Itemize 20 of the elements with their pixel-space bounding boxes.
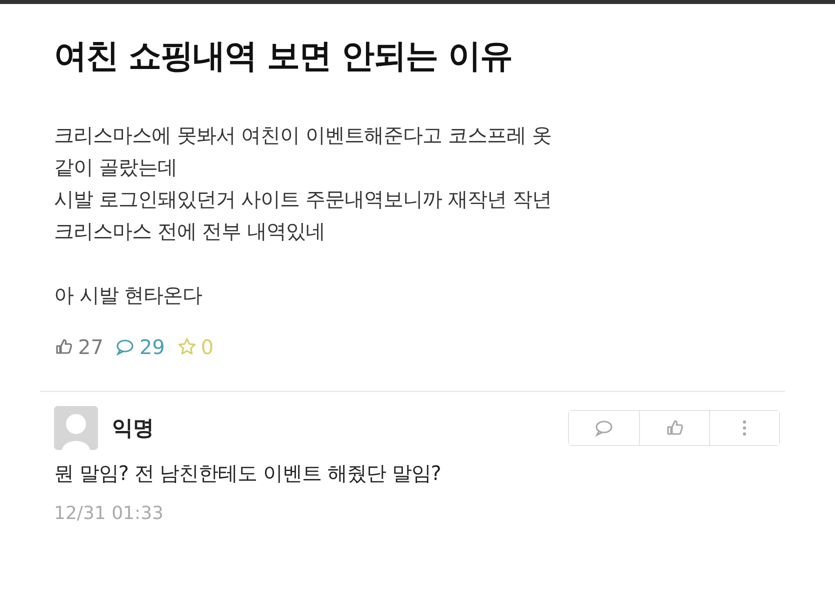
count: 0	[200, 335, 214, 359]
speech-bubble-icon	[115, 337, 136, 357]
thumbs-up-icon	[54, 337, 74, 357]
avatar-icon	[54, 406, 98, 450]
post-text: 시발 로그인돼있던거 사이트 주문내역보니까 재작년 작년	[54, 186, 552, 213]
thumbs-up-icon	[664, 418, 684, 438]
post-text: 크리스마스 전에 전부 내역있네	[54, 218, 326, 245]
star-icon	[176, 337, 197, 357]
post-text: 크리스마스에 못봐서 여친이 이벤트해준다고 코스프레 옷	[54, 122, 552, 149]
count: 29	[139, 335, 165, 359]
speech-bubble-icon	[594, 418, 614, 438]
comment-author: 익명	[112, 415, 155, 442]
count: 27	[78, 335, 104, 359]
post-text: 같이 골랐는데	[54, 154, 178, 181]
post-text: 아 시발 현타온다	[54, 282, 204, 309]
comment-time: 12/31 01:33	[54, 503, 164, 524]
more-icon	[742, 418, 747, 438]
comment-text: 뭔 말임? 전 남친한테도 이벤트 해줬단 말임?	[54, 460, 442, 487]
post-title: 여친 쇼핑내역 보면 안되는 이유	[54, 35, 513, 77]
more-button[interactable]	[709, 411, 779, 445]
